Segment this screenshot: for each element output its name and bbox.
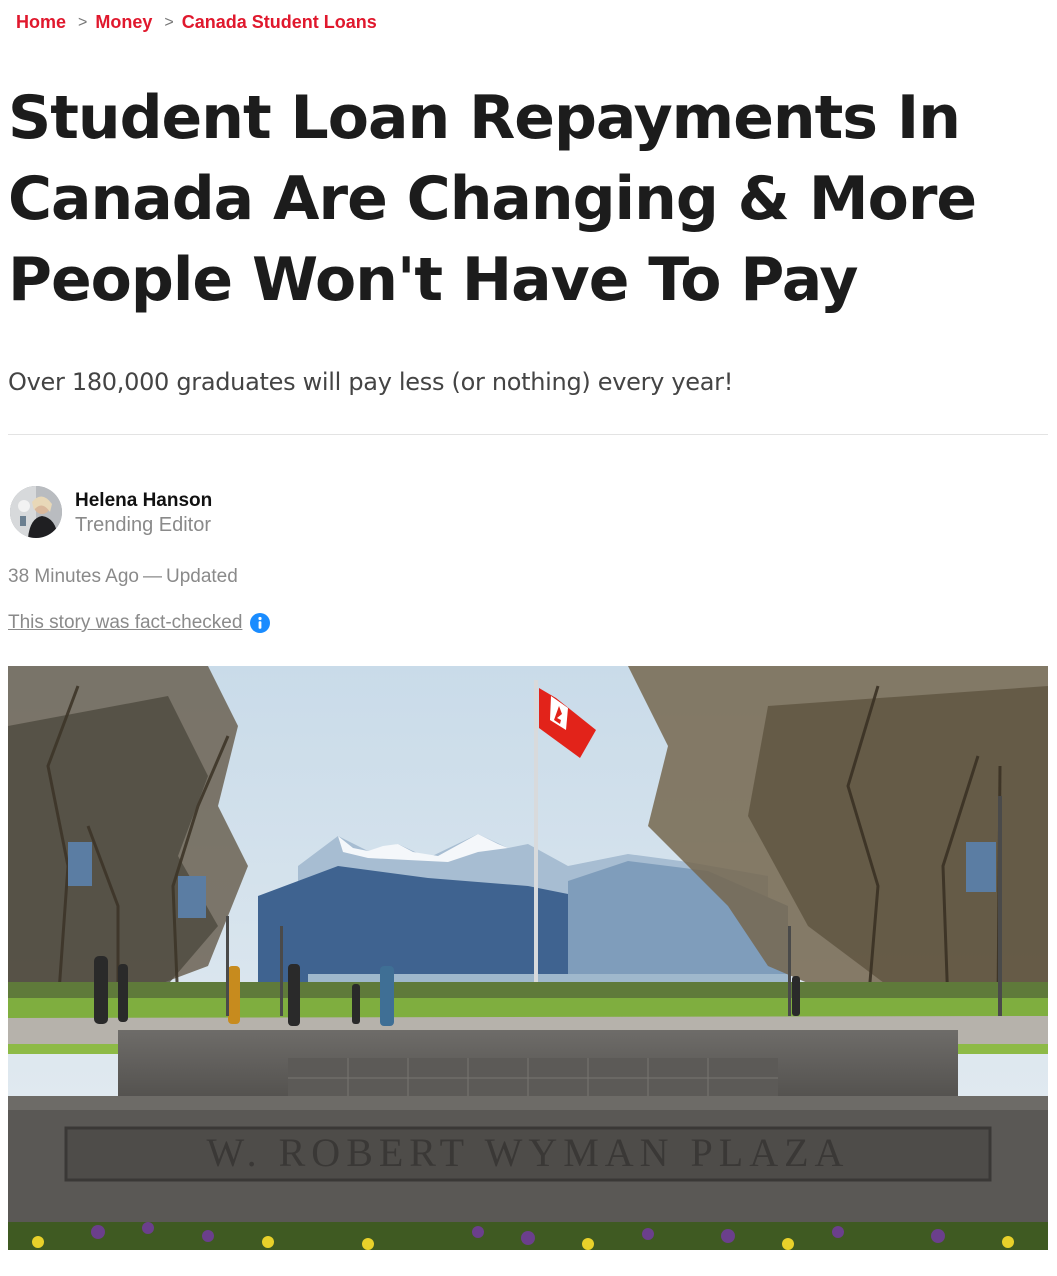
publish-timestamp: 38 Minutes Ago — Updated — [8, 566, 238, 588]
author-name[interactable]: Helena Hanson — [75, 490, 212, 512]
author-role: Trending Editor — [75, 513, 211, 536]
divider — [8, 434, 1048, 435]
breadcrumb-money[interactable]: Money — [95, 12, 152, 33]
info-icon[interactable] — [250, 613, 271, 633]
fact-check-row: This story was fact-checked — [8, 612, 271, 634]
author-block[interactable]: Helena Hanson Trending Editor — [10, 486, 212, 538]
plaza-sign-text: W. ROBERT WYMAN PLAZA — [207, 1130, 850, 1175]
breadcrumb: Home > Money > Canada Student Loans — [16, 12, 377, 33]
breadcrumb-separator: > — [164, 13, 174, 31]
timestamp-status: Updated — [165, 566, 238, 587]
fact-check-link[interactable]: This story was fact-checked — [8, 612, 242, 634]
breadcrumb-separator: > — [78, 13, 88, 31]
article-headline: Student Loan Repayments In Canada Are Ch… — [8, 83, 977, 315]
article-subheadline: Over 180,000 graduates will pay less (or… — [8, 368, 734, 396]
breadcrumb-home[interactable]: Home — [16, 12, 66, 33]
timestamp-dash: — — [142, 566, 162, 587]
breadcrumb-canada-student-loans[interactable]: Canada Student Loans — [182, 12, 377, 33]
timestamp-age: 38 Minutes Ago — [8, 566, 139, 587]
author-avatar[interactable] — [10, 486, 62, 538]
hero-image: W. ROBERT WYMAN PLAZA — [8, 666, 1048, 1250]
